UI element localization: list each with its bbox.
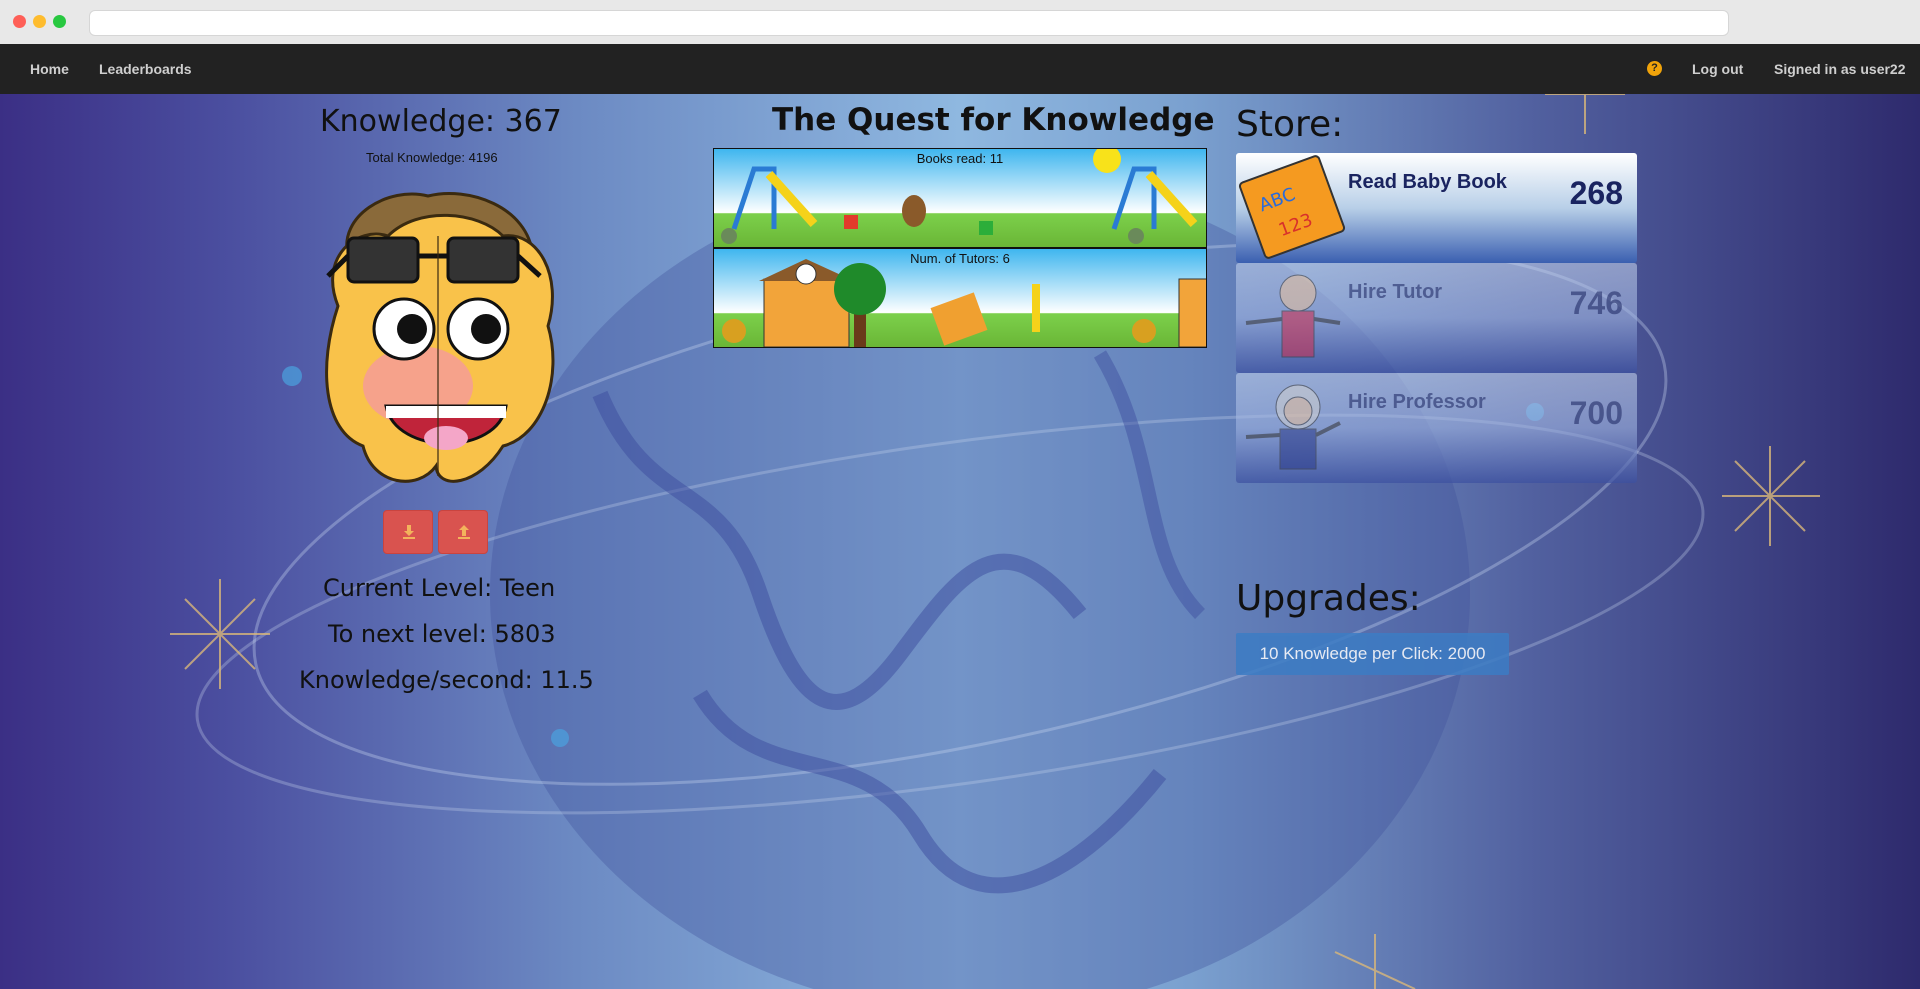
top-navbar: Home Leaderboards ? Log out Signed in as… bbox=[0, 44, 1920, 94]
download-icon bbox=[403, 525, 415, 539]
store-item-name: Hire Professor bbox=[1348, 391, 1486, 413]
knowledge-per-second: Knowledge/second: 11.5 bbox=[299, 666, 594, 694]
total-knowledge: Total Knowledge: 4196 bbox=[366, 150, 498, 165]
upgrades-title: Upgrades: bbox=[1236, 578, 1421, 619]
store-title: Store: bbox=[1236, 104, 1344, 145]
logout-link[interactable]: Log out bbox=[1692, 44, 1743, 94]
tutors-strip: Num. of Tutors: 6 bbox=[713, 248, 1207, 348]
help-icon[interactable]: ? bbox=[1647, 61, 1662, 76]
to-next-level: To next level: 5803 bbox=[328, 620, 556, 648]
store-item-name: Read Baby Book bbox=[1348, 171, 1507, 193]
baby-book-icon: ABC 123 bbox=[1238, 155, 1346, 259]
game-area: Knowledge: 367 Total Knowledge: 4196 Cur… bbox=[0, 94, 1920, 989]
knowledge-counter: Knowledge: 367 bbox=[320, 104, 562, 139]
current-level: Current Level: Teen bbox=[323, 574, 556, 602]
upgrade-knowledge-per-click-button[interactable]: 10 Knowledge per Click: 2000 bbox=[1236, 633, 1509, 675]
signed-in-status: Signed in as user22 bbox=[1774, 61, 1906, 77]
store-item-cost: 268 bbox=[1569, 175, 1623, 211]
nav-home-link[interactable]: Home bbox=[30, 44, 69, 94]
tutors-caption: Num. of Tutors: 6 bbox=[910, 251, 1010, 266]
upload-load-button[interactable] bbox=[438, 510, 488, 554]
game-title: The Quest for Knowledge bbox=[772, 102, 1215, 138]
professor-icon bbox=[1245, 384, 1341, 470]
brain-clicker[interactable] bbox=[318, 186, 558, 496]
store-item-read-baby-book[interactable]: ABC 123 Read Baby Book 268 bbox=[1236, 153, 1637, 263]
store-item-cost: 746 bbox=[1569, 285, 1623, 321]
store-item-name: Hire Tutor bbox=[1348, 281, 1443, 303]
download-save-button[interactable] bbox=[383, 510, 433, 554]
minimize-window-button[interactable] bbox=[33, 15, 46, 28]
books-read-caption: Books read: 11 bbox=[916, 151, 1004, 166]
store-item-cost: 700 bbox=[1569, 395, 1623, 431]
browser-chrome bbox=[0, 0, 1920, 45]
books-read-strip: Books read: 11 bbox=[713, 148, 1207, 248]
store-item-hire-professor[interactable]: Hire Professor 700 bbox=[1236, 373, 1637, 483]
nav-leaderboards-link[interactable]: Leaderboards bbox=[99, 44, 192, 94]
store-item-hire-tutor[interactable]: Hire Tutor 746 bbox=[1236, 263, 1637, 373]
maximize-window-button[interactable] bbox=[53, 15, 66, 28]
address-bar[interactable] bbox=[89, 10, 1729, 36]
close-window-button[interactable] bbox=[13, 15, 26, 28]
upload-icon bbox=[458, 525, 470, 539]
tutor-icon bbox=[1245, 274, 1341, 358]
